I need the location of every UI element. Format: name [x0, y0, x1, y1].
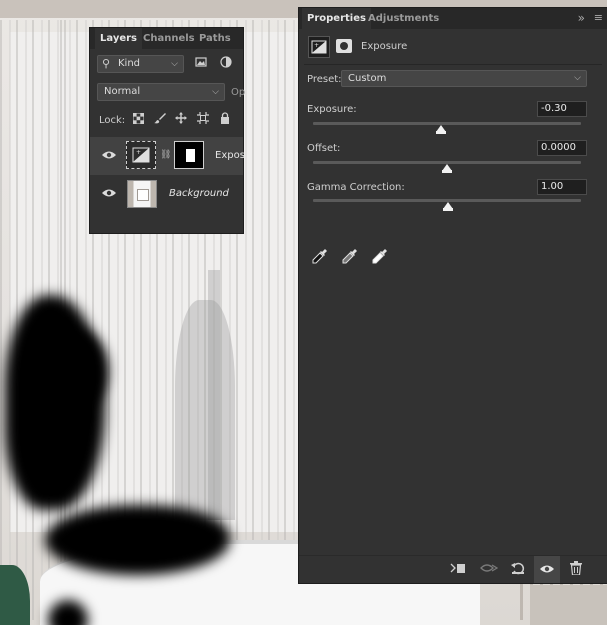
mask-brush-stroke-upper-2: [48, 330, 108, 410]
layer-row-exposure[interactable]: + ⛓ Expos: [90, 137, 245, 175]
view-previous-state-icon[interactable]: [480, 561, 499, 577]
blend-mode-value: Normal: [104, 86, 141, 97]
clip-to-layer-icon[interactable]: [450, 561, 466, 577]
lock-label: Lock:: [99, 115, 126, 126]
toggle-layer-visibility-button[interactable]: [534, 556, 560, 583]
gamma-value-input[interactable]: 1.00: [537, 179, 587, 195]
visibility-eye-icon[interactable]: [102, 187, 116, 201]
lock-all-padlock-icon[interactable]: [217, 112, 233, 128]
properties-bottom-toolbar: [299, 555, 607, 583]
opacity-label: Op: [231, 87, 246, 98]
filter-adjustment-layer-icon[interactable]: [218, 56, 234, 72]
offset-slider-thumb[interactable]: [442, 164, 452, 173]
floor-right: [530, 585, 607, 625]
mask-icon-circle: [340, 42, 348, 50]
exposure-label: Exposure:: [307, 104, 357, 115]
layer-name[interactable]: Background: [169, 188, 229, 199]
layer-filter-value: Kind: [118, 58, 141, 69]
panel-menu-icon[interactable]: ≡: [594, 11, 603, 24]
chevron-down-icon: ⌵: [212, 87, 219, 97]
lock-artboard-icon[interactable]: [195, 112, 211, 128]
tab-paths[interactable]: Paths: [194, 28, 236, 49]
tab-adjustments[interactable]: Adjustments: [363, 8, 444, 29]
layers-panel: Layers Channels Paths ⚲ Kind ⌵ Normal ⌵ …: [90, 28, 246, 233]
tab-properties[interactable]: Properties: [302, 8, 371, 29]
visibility-eye-icon: [540, 565, 554, 573]
mask-link-chain-icon[interactable]: ⛓: [160, 150, 171, 162]
mask-brush-stroke-lower: [45, 505, 230, 575]
adjustment-layer-thumbnail[interactable]: +: [126, 141, 156, 169]
tab-channels[interactable]: Channels: [138, 28, 200, 49]
reset-adjustment-icon[interactable]: [510, 561, 526, 577]
thumbnail-window: [137, 189, 149, 201]
white-point-eyedropper-icon[interactable]: [372, 248, 388, 264]
layer-row-background[interactable]: Background: [90, 175, 243, 213]
layer-mask-thumbnail[interactable]: [174, 141, 204, 169]
lock-image-pixels-brush-icon[interactable]: [152, 112, 168, 128]
gamma-slider-thumb[interactable]: [443, 202, 453, 211]
blend-mode-select[interactable]: Normal ⌵: [97, 83, 225, 101]
properties-panel: Properties Adjustments » ≡ + Exposure Pr…: [299, 8, 607, 583]
chevron-down-icon: ⌵: [171, 59, 178, 69]
exposure-slider-thumb[interactable]: [436, 125, 446, 134]
tree-trunk: [208, 270, 220, 520]
black-point-eyedropper-icon[interactable]: [312, 248, 328, 264]
exposure-slider-track[interactable]: [313, 122, 581, 125]
chevron-down-icon: ⌵: [574, 73, 581, 83]
tree-silhouette: [175, 300, 235, 520]
visibility-eye-icon[interactable]: [102, 149, 116, 163]
layer-name[interactable]: Expos: [215, 150, 245, 161]
preset-value: Custom: [348, 73, 387, 84]
offset-value: 0.0000: [541, 142, 576, 153]
gamma-correction-label: Gamma Correction:: [307, 182, 405, 193]
properties-tab-bar: Properties Adjustments » ≡: [299, 8, 607, 29]
lock-transparent-pixels-icon[interactable]: [130, 112, 146, 128]
layers-tab-bar: Layers Channels Paths: [90, 28, 243, 49]
mask-white-area: [186, 149, 195, 162]
exposure-value: -0.30: [541, 103, 567, 114]
filter-pixel-layer-icon[interactable]: [193, 56, 209, 72]
gamma-value: 1.00: [541, 181, 564, 192]
preset-select[interactable]: Custom ⌵: [341, 70, 587, 87]
svg-text:+: +: [136, 149, 141, 156]
collapse-double-chevron-icon[interactable]: »: [578, 11, 585, 25]
background-layer-thumbnail[interactable]: [127, 180, 157, 208]
divider: [304, 64, 602, 65]
gray-point-eyedropper-icon[interactable]: [342, 248, 358, 264]
adjustment-title: Exposure: [361, 41, 408, 52]
delete-trash-icon[interactable]: [568, 561, 584, 577]
offset-label: Offset:: [307, 143, 341, 154]
search-icon: ⚲: [102, 57, 111, 70]
layer-filter-select[interactable]: ⚲ Kind ⌵: [97, 55, 184, 73]
offset-value-input[interactable]: 0.0000: [537, 140, 587, 156]
svg-text:+: +: [314, 42, 319, 49]
mask-properties-icon[interactable]: [336, 39, 352, 53]
lock-position-move-icon[interactable]: [173, 112, 189, 128]
adjustment-exposure-icon[interactable]: +: [308, 36, 330, 58]
preset-label: Preset:: [307, 74, 342, 85]
exposure-value-input[interactable]: -0.30: [537, 101, 587, 117]
tab-layers[interactable]: Layers: [95, 28, 142, 49]
